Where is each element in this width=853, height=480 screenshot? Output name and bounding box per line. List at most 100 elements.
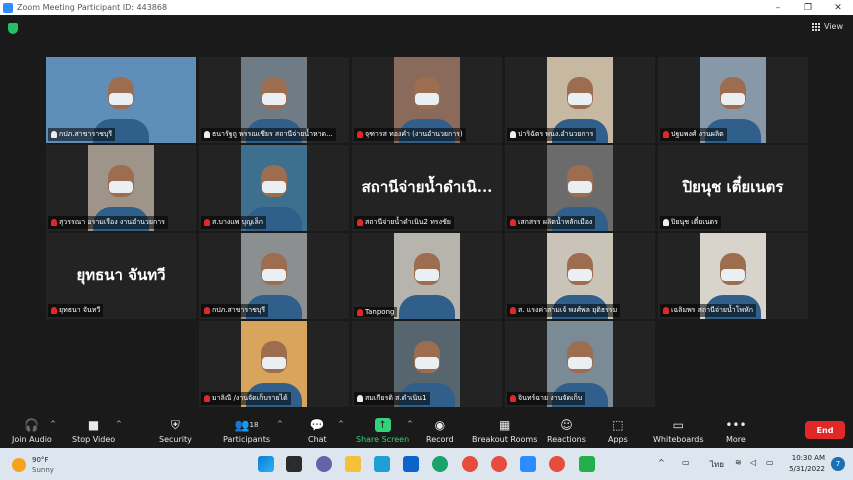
participant-tile[interactable]: สุวรรณา อรามเรือง งานอำนวยการ bbox=[46, 145, 196, 231]
battery-icon[interactable]: ▭ bbox=[766, 458, 774, 467]
whiteboard-icon: ▭ bbox=[672, 418, 684, 432]
participant-name: ปาริฉัตร พนง.อำนวยการ bbox=[518, 130, 594, 138]
mic-muted-icon bbox=[510, 307, 516, 314]
participant-tile[interactable]: ส.บางแพ บุญเล็ก bbox=[199, 145, 349, 231]
participant-tile[interactable]: ปฐมพงศ์ งานผลิต bbox=[658, 57, 808, 143]
wifi-icon[interactable]: ≋ bbox=[735, 458, 742, 467]
maximize-button[interactable]: ❐ bbox=[793, 3, 823, 13]
participant-tile[interactable]: สมเกียรติ ส.ดำเนิน1 bbox=[352, 321, 502, 407]
chrome-profile-icon[interactable] bbox=[491, 456, 507, 472]
participant-name: สมเกียรติ ส.ดำเนิน1 bbox=[365, 394, 427, 402]
breakout-rooms-button[interactable]: ▦ Breakout Rooms bbox=[472, 418, 537, 444]
share-options-chevron-icon[interactable]: ^ bbox=[407, 420, 413, 428]
apps-button[interactable]: ⬚ Apps bbox=[608, 418, 628, 444]
chat-options-chevron-icon[interactable]: ^ bbox=[338, 420, 344, 428]
participant-tile[interactable]: มาลิณี /งานจัดเก็บรายได้ bbox=[199, 321, 349, 407]
participant-tile[interactable]: ยุทธนา จันทวี ยุทธนา จันทวี bbox=[46, 233, 196, 319]
person-body bbox=[399, 295, 455, 319]
participants-button[interactable]: 👥 18 Participants bbox=[223, 418, 270, 444]
end-meeting-button[interactable]: End bbox=[805, 421, 845, 439]
participant-name-label: ปฐมพงศ์ งานผลิต bbox=[660, 128, 727, 141]
participants-options-chevron-icon[interactable]: ^ bbox=[277, 420, 283, 428]
participant-name: เฉลิมพร สถานีจ่ายน้ำโพหัก bbox=[671, 306, 753, 314]
record-icon: ◉ bbox=[434, 418, 446, 432]
participant-tile[interactable]: เฉลิมพร สถานีจ่ายน้ำโพหัก bbox=[658, 233, 808, 319]
share-screen-label: Share Screen bbox=[356, 435, 410, 444]
more-label: More bbox=[726, 435, 746, 444]
volume-icon[interactable]: ◁ bbox=[750, 458, 756, 467]
shield-icon: ⛨ bbox=[170, 417, 180, 432]
participant-tile[interactable]: จุฑารส ทองคำ (งานอำนวยการ) bbox=[352, 57, 502, 143]
mail-icon[interactable] bbox=[403, 456, 419, 472]
view-button[interactable]: View bbox=[812, 22, 843, 31]
input-language[interactable]: ไทย bbox=[710, 458, 724, 471]
mic-muted-icon bbox=[204, 307, 210, 314]
start-windows-icon[interactable] bbox=[258, 456, 274, 472]
reactions-button[interactable]: ☺ Reactions bbox=[547, 418, 586, 444]
line-app-icon[interactable] bbox=[374, 456, 390, 472]
weather-widget[interactable]: 90°F Sunny bbox=[12, 455, 54, 475]
zoom-taskbar-icon[interactable] bbox=[520, 456, 536, 472]
participant-tile[interactable]: สถานีจ่ายน้ำดำเนิ... สถานีจ่ายน้ำดำเนิน2 … bbox=[352, 145, 502, 231]
teams-chat-icon[interactable] bbox=[316, 456, 332, 472]
mic-muted-icon bbox=[663, 131, 669, 138]
security-label: Security bbox=[159, 435, 192, 444]
participant-name-label: กปภ.สาขาราชบุรี bbox=[201, 304, 269, 317]
participant-display-name: ปิยนุช เตี๋ยเนตร bbox=[682, 178, 784, 196]
chat-button[interactable]: 💬 Chat bbox=[308, 418, 327, 444]
participant-tile[interactable]: กปภ.สาขาราชบุรี bbox=[46, 57, 196, 143]
edge-browser-icon[interactable] bbox=[432, 456, 448, 472]
audio-options-chevron-icon[interactable]: ^ bbox=[50, 420, 56, 428]
close-button[interactable]: ✕ bbox=[823, 3, 853, 13]
headphones-icon: 🎧 bbox=[24, 418, 40, 432]
participant-name: ปิยนุช เตี๋ยเนตร bbox=[671, 218, 718, 226]
participant-name: สุวรรณา อรามเรือง งานอำนวยการ bbox=[59, 218, 165, 226]
mic-muted-icon bbox=[204, 219, 210, 226]
weather-condition: Sunny bbox=[32, 466, 54, 474]
participant-name-label: จุฑารส ทองคำ (งานอำนวยการ) bbox=[354, 128, 466, 141]
chrome-icon[interactable] bbox=[462, 456, 478, 472]
participant-tile[interactable]: กปภ.สาขาราชบุรี bbox=[199, 233, 349, 319]
tray-display-icon[interactable]: ▭ bbox=[682, 458, 690, 467]
stop-video-button[interactable]: ■ Stop Video bbox=[72, 418, 115, 444]
participant-name: เสกสรร ผลิตน้ำหลักเมือง bbox=[518, 218, 593, 226]
tray-chevron-icon[interactable]: ^ bbox=[658, 458, 665, 467]
participant-tile[interactable]: ธนารัฐถู พรรณเชียร สถานีจ่ายน้ำหาด... bbox=[199, 57, 349, 143]
video-options-chevron-icon[interactable]: ^ bbox=[116, 420, 122, 428]
participant-name: กปภ.สาขาราชบุรี bbox=[59, 130, 113, 138]
task-view-icon[interactable] bbox=[286, 456, 302, 472]
participant-tile[interactable]: Tanpong bbox=[352, 233, 502, 319]
file-explorer-icon[interactable] bbox=[345, 456, 361, 472]
people-icon: 👥 18 bbox=[234, 418, 259, 432]
participant-name-label: สมเกียรติ ส.ดำเนิน1 bbox=[354, 392, 430, 405]
face-mask bbox=[262, 93, 286, 105]
participant-tile[interactable]: จินทร์ฉาย งานจัดเก็บ bbox=[505, 321, 655, 407]
participant-tile[interactable]: เสกสรร ผลิตน้ำหลักเมือง bbox=[505, 145, 655, 231]
mic-icon bbox=[510, 131, 516, 138]
join-audio-button[interactable]: 🎧 Join Audio bbox=[12, 418, 52, 444]
participant-tile[interactable]: ส. แรงค่าสามเจ้ พงศ์พล ยุติธรรม bbox=[505, 233, 655, 319]
reactions-label: Reactions bbox=[547, 435, 586, 444]
stop-video-label: Stop Video bbox=[72, 435, 116, 444]
share-screen-button[interactable]: ↑ Share Screen bbox=[356, 418, 409, 444]
record-button[interactable]: ◉ Record bbox=[426, 418, 454, 444]
line-messenger-icon[interactable] bbox=[579, 456, 595, 472]
encryption-shield-icon[interactable] bbox=[8, 23, 18, 34]
notification-badge[interactable]: 7 bbox=[831, 457, 845, 471]
breakout-rooms-label: Breakout Rooms bbox=[472, 435, 538, 444]
clock[interactable]: 10:30 AM 5/31/2022 bbox=[789, 453, 825, 475]
participant-tile[interactable]: ปาริฉัตร พนง.อำนวยการ bbox=[505, 57, 655, 143]
participant-name: ส. แรงค่าสามเจ้ พงศ์พล ยุติธรรม bbox=[518, 306, 618, 314]
more-button[interactable]: ••• More bbox=[725, 418, 746, 444]
smiley-icon: ☺ bbox=[560, 418, 573, 432]
chat-bubble-icon: 💬 bbox=[309, 418, 325, 432]
mic-muted-icon bbox=[357, 131, 363, 138]
chrome-window-icon[interactable] bbox=[549, 456, 565, 472]
window-title: Zoom Meeting Participant ID: 443868 bbox=[17, 3, 168, 12]
participant-tile[interactable]: ปิยนุช เตี๋ยเนตร ปิยนุช เตี๋ยเนตร bbox=[658, 145, 808, 231]
security-button[interactable]: ⛨ Security bbox=[159, 417, 192, 445]
minimize-button[interactable]: – bbox=[763, 3, 793, 13]
whiteboards-button[interactable]: ▭ Whiteboards bbox=[653, 418, 704, 444]
participant-name-label: ปิยนุช เตี๋ยเนตร bbox=[660, 216, 721, 229]
record-label: Record bbox=[426, 435, 454, 444]
